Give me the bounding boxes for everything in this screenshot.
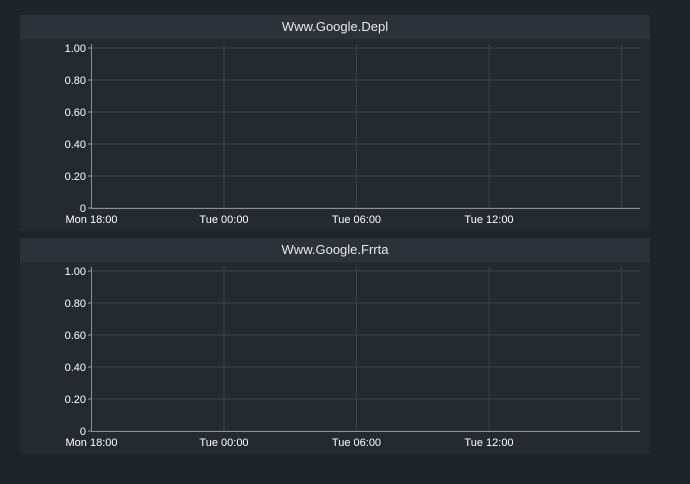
chart-plot-1: 00.200.400.600.801.00Mon 18:00 Tue 00:00 T… [65, 43, 640, 226]
x-tick-label: Tue 12:00 [464, 214, 513, 226]
x-tick-label: Mon 18:00 [66, 214, 118, 226]
x-tick-label: Tue 00:00 [199, 214, 248, 226]
x-tick-label: Tue 06:00 [332, 437, 381, 449]
y-tick-label: 0.60 [65, 107, 86, 119]
y-tick-label: 1.00 [65, 43, 86, 55]
chart-panel-1: Www.Google.Depl 0 0.20 0.40 0.60 0.80 1.00 Mon… [20, 15, 650, 231]
x-tick-label: Mon 18:00 [66, 437, 118, 449]
x-tick-label: Tue 00:00 [199, 437, 248, 449]
y-tick-label: 0.20 [65, 171, 86, 183]
y-tick-label: 0.20 [65, 394, 86, 406]
y-tick-label: 0.80 [65, 298, 86, 310]
y-tick-label: 0.60 [65, 330, 86, 342]
chart-plot-2: 00.200.400.600.801.00Mon 18:00 Tue 00:00 T… [65, 266, 640, 449]
y-tick-label: 0.40 [65, 139, 86, 151]
x-tick-label: Tue 06:00 [332, 214, 381, 226]
x-tick-label: Tue 12:00 [464, 437, 513, 449]
y-tick-label: 1.00 [65, 266, 86, 278]
chart-panel-2: Www.Google.Frrta 0 0.20 0.40 0.60 0.80 1.00 Mo… [20, 238, 650, 454]
y-tick-label: 0.40 [65, 362, 86, 374]
y-tick-label: 0.80 [65, 75, 86, 87]
chart-title-2: Www.Google.Frrta [20, 238, 650, 262]
chart-title-1: Www.Google.Depl [20, 15, 650, 39]
